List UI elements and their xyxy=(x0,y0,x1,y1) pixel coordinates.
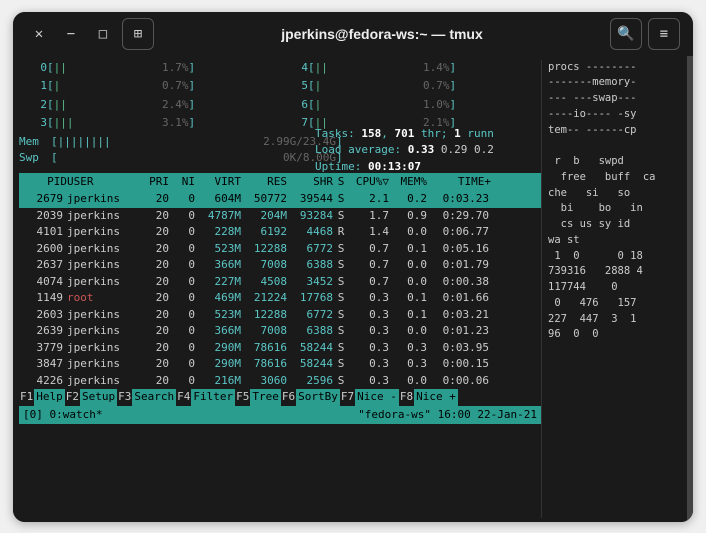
cpu-meter-0: 0[||1.7%] xyxy=(19,60,280,77)
process-row[interactable]: 4074jperkins200227M45083452S0.70.00:00.3… xyxy=(19,274,541,291)
function-keys: F1HelpF2SetupF3SearchF4FilterF5TreeF6Sor… xyxy=(19,389,541,406)
tmux-clock: "fedora-ws" 16:00 22-Jan-21 xyxy=(358,407,537,424)
process-header[interactable]: PID USER PRI NI VIRT RES SHR S CPU%▽ MEM… xyxy=(19,173,541,192)
hamburger-icon: ≡ xyxy=(660,26,668,42)
fkey-nice+[interactable]: F8Nice + xyxy=(399,389,458,406)
process-row[interactable]: 2600jperkins200523M122886772S0.70.10:05.… xyxy=(19,241,541,258)
tmux-session: [0] 0:watch* xyxy=(23,407,358,424)
search-icon: 🔍 xyxy=(617,26,634,42)
new-tab-button[interactable]: ⊞ xyxy=(122,18,154,50)
close-button[interactable]: ✕ xyxy=(23,18,55,50)
fkey-setup[interactable]: F2Setup xyxy=(65,389,117,406)
fkey-nice-[interactable]: F7Nice - xyxy=(340,389,399,406)
process-list: 2679jperkins200604M5077239544S2.10.20:03… xyxy=(19,191,541,389)
process-row[interactable]: 2639jperkins200366M70086388S0.30.00:01.2… xyxy=(19,323,541,340)
load-line: Load average: 0.33 0.29 0.2 xyxy=(315,142,494,159)
process-row[interactable]: 4101jperkins200228M61924468R1.40.00:06.7… xyxy=(19,224,541,241)
vmstat-line: cs us sy id xyxy=(548,217,681,233)
process-row[interactable]: 4226jperkins200216M30602596S0.30.00:00.0… xyxy=(19,373,541,390)
vmstat-line: tem-- ------cp xyxy=(548,123,681,139)
vmstat-line: 117744 0 xyxy=(548,280,681,296)
vmstat-line: ----io---- -sy xyxy=(548,107,681,123)
fkey-help[interactable]: F1Help xyxy=(19,389,65,406)
vmstat-line: -------memory- xyxy=(548,75,681,91)
vmstat-line: r b swpd xyxy=(548,154,681,170)
process-row[interactable]: 2603jperkins200523M122886772S0.30.10:03.… xyxy=(19,307,541,324)
htop-pane: 0[||1.7%]4[||1.4%]1[|0.7%]5[|0.7%]2[||2.… xyxy=(19,60,541,518)
process-row[interactable]: 2679jperkins200604M5077239544S2.10.20:03… xyxy=(19,191,541,208)
minimize-button[interactable]: − xyxy=(55,18,87,50)
vmstat-line xyxy=(548,138,681,154)
process-row[interactable]: 3847jperkins200290M7861658244S0.30.30:00… xyxy=(19,356,541,373)
vmstat-line: 739316 2888 4 xyxy=(548,264,681,280)
process-row[interactable]: 1149root200469M2122417768S0.30.10:01.66 xyxy=(19,290,541,307)
vmstat-line: che si so xyxy=(548,186,681,202)
vmstat-line: free buff ca xyxy=(548,170,681,186)
process-row[interactable]: 2637jperkins200366M70086388S0.70.00:01.7… xyxy=(19,257,541,274)
window-title: jperkins@fedora-ws:~ — tmux xyxy=(157,26,607,42)
process-row[interactable]: 2039jperkins2004787M204M93284S1.70.90:29… xyxy=(19,208,541,225)
cpu-meter-1: 1[|0.7%] xyxy=(19,78,280,95)
cpu-meter-2: 2[||2.4%] xyxy=(19,97,280,114)
vmstat-line: procs -------- xyxy=(548,60,681,76)
fkey-filter[interactable]: F4Filter xyxy=(176,389,235,406)
vmstat-line: 0 476 157 xyxy=(548,296,681,312)
vmstat-pane: procs ---------------memory---- ---swap-… xyxy=(541,60,681,518)
cpu-meter-3: 3[|||3.1%] xyxy=(19,115,280,132)
process-row[interactable]: 3779jperkins200290M7861658244S0.30.30:03… xyxy=(19,340,541,357)
terminal-window: ✕ − □ ⊞ jperkins@fedora-ws:~ — tmux 🔍 ≡ … xyxy=(13,12,693,522)
terminal-content[interactable]: 0[||1.7%]4[||1.4%]1[|0.7%]5[|0.7%]2[||2.… xyxy=(13,56,693,522)
tasks-line: Tasks: 158, 701 thr; 1 runn xyxy=(315,126,494,143)
maximize-button[interactable]: □ xyxy=(87,18,119,50)
search-button[interactable]: 🔍 xyxy=(610,18,642,50)
menu-button[interactable]: ≡ xyxy=(648,18,680,50)
vmstat-line: --- ---swap--- xyxy=(548,91,681,107)
fkey-tree[interactable]: F5Tree xyxy=(235,389,281,406)
fkey-search[interactable]: F3Search xyxy=(117,389,176,406)
vmstat-line: bi bo in xyxy=(548,201,681,217)
titlebar: ✕ − □ ⊞ jperkins@fedora-ws:~ — tmux 🔍 ≡ xyxy=(13,12,693,56)
tmux-status-bar: [0] 0:watch* "fedora-ws" 16:00 22-Jan-21 xyxy=(19,406,541,425)
vmstat-line: 96 0 0 xyxy=(548,327,681,343)
vmstat-line: wa st xyxy=(548,233,681,249)
fkey-sortby[interactable]: F6SortBy xyxy=(281,389,340,406)
vmstat-line: 227 447 3 1 xyxy=(548,312,681,328)
vmstat-line: 1 0 0 18 xyxy=(548,249,681,265)
uptime-line: Uptime: 00:13:07 xyxy=(315,159,494,176)
